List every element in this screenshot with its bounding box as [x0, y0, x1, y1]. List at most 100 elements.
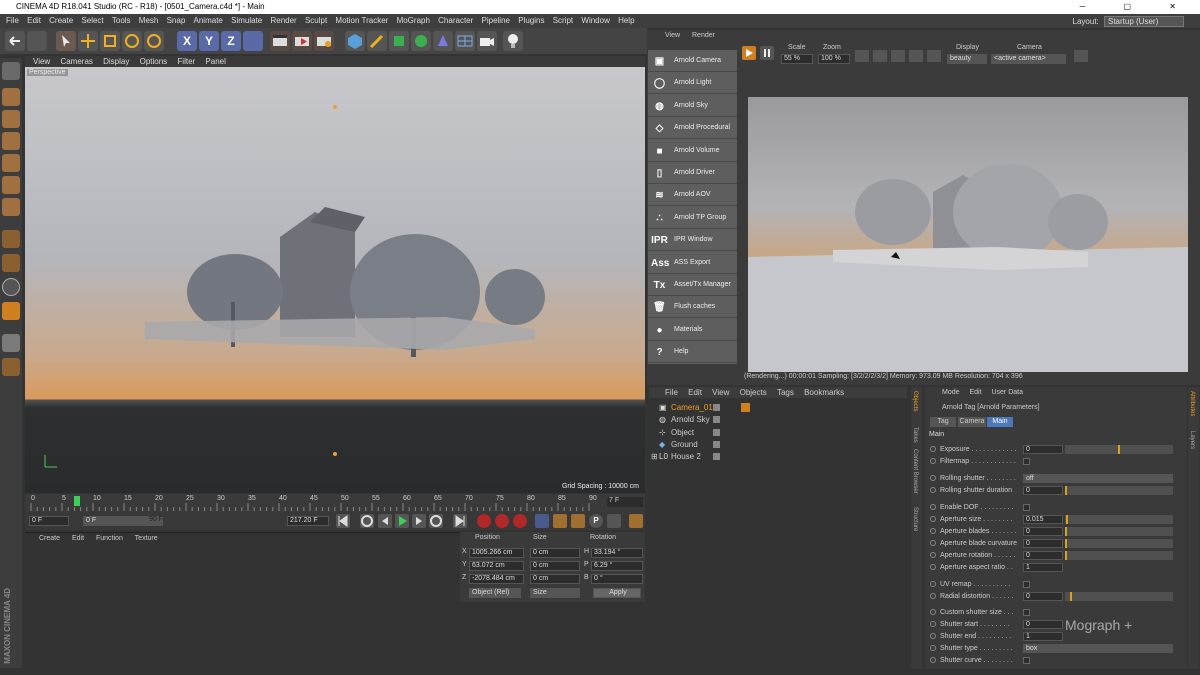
animate-dot-icon[interactable]	[930, 458, 936, 464]
arnold-menu-item[interactable]: Ass ASS Export	[648, 252, 737, 274]
arnold-menu-item[interactable]: ▣ Arnold Camera	[648, 50, 737, 72]
menu-pipeline[interactable]: Pipeline	[482, 16, 510, 25]
slider-knob[interactable]	[1066, 515, 1068, 524]
visibility-icon[interactable]	[713, 404, 720, 411]
timeline-ruler[interactable]: 0 5 10 15 20 25 30 35 40 45 50 55 60 65 …	[25, 494, 645, 512]
slider-knob[interactable]	[1118, 445, 1120, 454]
rotation-b-field[interactable]: 0 °	[591, 574, 643, 584]
param-value-field[interactable]: 0	[1023, 592, 1063, 601]
snapshot-camera-icon[interactable]	[1074, 50, 1088, 62]
param-value-field[interactable]: 0	[1023, 486, 1063, 495]
zoom-field[interactable]: 100 %	[818, 54, 850, 64]
array-icon[interactable]	[411, 31, 431, 51]
om-menu-objects[interactable]: Objects	[740, 388, 767, 397]
arnold-menu-item[interactable]: ▯ Arnold Driver	[648, 162, 737, 184]
arnold-menu-item[interactable]: ◍ Arnold Sky	[648, 95, 737, 117]
slider-knob[interactable]	[1070, 592, 1072, 601]
tab-structure[interactable]: Structure	[912, 507, 918, 531]
material-menu-function[interactable]: Function	[96, 535, 123, 542]
param-slider[interactable]	[1065, 445, 1173, 454]
keyframe-selection-icon[interactable]	[513, 514, 527, 528]
next-key-icon[interactable]	[429, 514, 443, 528]
pen-spline-icon[interactable]	[367, 31, 387, 51]
render-settings-icon[interactable]	[314, 31, 334, 51]
rotate-icon[interactable]	[122, 31, 142, 51]
scale-field[interactable]: 55 %	[781, 54, 813, 64]
layout-dropdown[interactable]: Startup (User)	[1104, 16, 1184, 27]
animate-dot-icon[interactable]	[930, 504, 936, 510]
point-level-icon[interactable]	[607, 514, 621, 528]
param-checkbox[interactable]	[1023, 504, 1030, 511]
workplane-icon[interactable]	[2, 334, 20, 352]
render-to-picture-viewer-icon[interactable]	[292, 31, 312, 51]
arnold-menu-item[interactable]: Tx Asset/Tx Manager	[648, 274, 737, 296]
menu-create[interactable]: Create	[49, 16, 73, 25]
menu-plugins[interactable]: Plugins	[518, 16, 544, 25]
menu-character[interactable]: Character	[438, 16, 473, 25]
menu-edit[interactable]: Edit	[27, 16, 41, 25]
tab-tag[interactable]: Tag	[930, 417, 956, 427]
undo-icon[interactable]	[5, 31, 25, 51]
menu-window[interactable]: Window	[581, 16, 609, 25]
texture-mode-icon[interactable]	[2, 110, 20, 128]
arnold-menu-item[interactable]: ? Help	[648, 341, 737, 364]
param-value-field[interactable]: 0	[1023, 551, 1063, 560]
crosshair-icon[interactable]	[873, 50, 887, 62]
render-menu-render[interactable]: Render	[692, 32, 715, 39]
edges-mode-icon[interactable]	[2, 176, 20, 194]
autokey-icon[interactable]	[495, 514, 509, 528]
object-row[interactable]: ◍ Arnold Sky	[649, 414, 907, 426]
display-dropdown[interactable]: beauty	[947, 54, 987, 64]
animate-dot-icon[interactable]	[930, 657, 936, 663]
record-keys-icon[interactable]	[477, 514, 491, 528]
arnold-menu-item[interactable]: ● Materials	[648, 319, 737, 341]
viewport-menu-view[interactable]: View	[33, 57, 50, 66]
rgb-icon[interactable]	[855, 50, 869, 62]
position-y-field[interactable]: 63.072 cm	[469, 561, 524, 571]
parameter-key-icon[interactable]: P	[589, 514, 603, 528]
object-row[interactable]: ⊞ L0 House 2	[649, 451, 907, 463]
animate-dot-icon[interactable]	[930, 540, 936, 546]
animate-dot-icon[interactable]	[930, 621, 936, 627]
deformer-icon[interactable]	[433, 31, 453, 51]
points-mode-icon[interactable]	[2, 154, 20, 172]
param-value-field[interactable]: off	[1023, 474, 1173, 483]
param-slider[interactable]	[1065, 486, 1173, 495]
position-z-field[interactable]: -2078.484 cm	[469, 574, 524, 584]
visibility-icon[interactable]	[713, 429, 720, 436]
param-checkbox[interactable]	[1023, 581, 1030, 588]
z-axis-lock-icon[interactable]: Z	[221, 31, 241, 51]
menu-animate[interactable]: Animate	[194, 16, 223, 25]
menu-motion-tracker[interactable]: Motion Tracker	[335, 16, 388, 25]
param-slider[interactable]	[1065, 515, 1173, 524]
animate-dot-icon[interactable]	[930, 633, 936, 639]
arnold-menu-item[interactable]: ■ Arnold Volume	[648, 140, 737, 162]
arnold-menu-item[interactable]: 🗑 Flush caches	[648, 296, 737, 319]
timeline-playhead[interactable]	[74, 496, 80, 506]
timeline-window-icon[interactable]	[629, 514, 643, 528]
param-value-field[interactable]: 1	[1023, 632, 1063, 641]
start-frame-field[interactable]: 0 F	[29, 516, 69, 526]
sculpt-brush-icon[interactable]	[2, 302, 20, 320]
rotation-p-field[interactable]: 6.29 °	[591, 561, 643, 571]
animate-dot-icon[interactable]	[930, 475, 936, 481]
material-menu-create[interactable]: Create	[39, 535, 60, 542]
end-frame-field[interactable]: 217.20 F	[287, 516, 329, 526]
move-icon[interactable]	[78, 31, 98, 51]
redo-icon[interactable]	[27, 31, 47, 51]
tab-main[interactable]: Main	[987, 417, 1013, 427]
y-axis-lock-icon[interactable]: Y	[199, 31, 219, 51]
param-slider[interactable]	[1065, 551, 1173, 560]
menu-render[interactable]: Render	[270, 16, 296, 25]
param-slider[interactable]	[1065, 527, 1173, 536]
size-x-field[interactable]: 0 cm	[530, 548, 580, 558]
viewport-menu-options[interactable]: Options	[140, 57, 168, 66]
goto-start-icon[interactable]	[336, 514, 350, 528]
visibility-icon[interactable]	[713, 441, 720, 448]
prev-key-icon[interactable]	[360, 514, 374, 528]
viewport-menu-filter[interactable]: Filter	[177, 57, 195, 66]
tab-objects[interactable]: Objects	[912, 391, 918, 411]
grid-icon[interactable]	[927, 50, 941, 62]
animate-dot-icon[interactable]	[930, 609, 936, 615]
position-key-icon[interactable]	[535, 514, 549, 528]
